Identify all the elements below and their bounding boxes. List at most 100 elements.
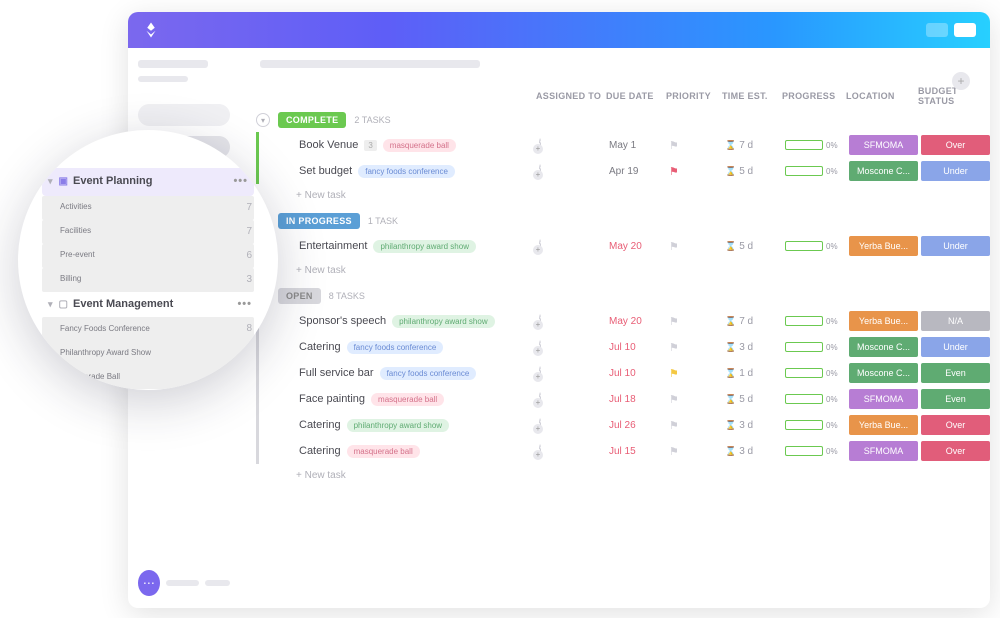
budget-pill[interactable]: Even bbox=[921, 363, 990, 383]
time-estimate[interactable]: ⌛3 d bbox=[725, 342, 785, 353]
priority-flag-icon[interactable]: ⚑ bbox=[669, 240, 725, 253]
task-row[interactable]: Book Venue 3 masquerade ball May 1 ⚑ ⌛7 … bbox=[256, 132, 990, 158]
sidebar-list-item[interactable]: Activities7 bbox=[42, 196, 254, 220]
task-tag[interactable]: masquerade ball bbox=[371, 393, 444, 406]
sidebar-list-item[interactable]: Billing3 bbox=[42, 268, 254, 292]
priority-flag-icon[interactable]: ⚑ bbox=[669, 393, 725, 406]
budget-pill[interactable]: Under bbox=[921, 161, 990, 181]
progress-cell[interactable]: 0% bbox=[785, 368, 849, 378]
new-task-button[interactable]: + New task bbox=[240, 464, 990, 489]
assignee-add-icon[interactable] bbox=[539, 366, 541, 380]
window-max-icon[interactable] bbox=[954, 23, 976, 37]
location-pill[interactable]: SFMOMA bbox=[849, 389, 918, 409]
task-row[interactable]: Face painting masquerade ball Jul 18 ⚑ ⌛… bbox=[256, 386, 990, 412]
location-pill[interactable]: Yerba Bue... bbox=[849, 236, 918, 256]
sidebar-item-event-planning[interactable]: ▾▣Event Planning ••• bbox=[42, 168, 254, 196]
budget-pill[interactable]: Over bbox=[921, 135, 990, 155]
task-tag[interactable]: philanthropy award show bbox=[392, 315, 495, 328]
task-row[interactable]: Full service bar fancy foods conference … bbox=[256, 360, 990, 386]
priority-flag-icon[interactable]: ⚑ bbox=[669, 165, 725, 178]
progress-cell[interactable]: 0% bbox=[785, 241, 849, 251]
due-date[interactable]: Jul 18 bbox=[609, 394, 669, 405]
assignee-add-icon[interactable] bbox=[539, 444, 541, 458]
priority-flag-icon[interactable]: ⚑ bbox=[669, 341, 725, 354]
progress-cell[interactable]: 0% bbox=[785, 394, 849, 404]
time-estimate[interactable]: ⌛5 d bbox=[725, 166, 785, 177]
budget-pill[interactable]: Under bbox=[921, 337, 990, 357]
budget-pill[interactable]: Over bbox=[921, 415, 990, 435]
priority-flag-icon[interactable]: ⚑ bbox=[669, 419, 725, 432]
location-pill[interactable]: SFMOMA bbox=[849, 135, 918, 155]
progress-cell[interactable]: 0% bbox=[785, 166, 849, 176]
sidebar-list-item[interactable]: Pre-event6 bbox=[42, 244, 254, 268]
task-tag[interactable]: masquerade ball bbox=[347, 445, 420, 458]
assignee-add-icon[interactable] bbox=[539, 138, 541, 152]
priority-flag-icon[interactable]: ⚑ bbox=[669, 315, 725, 328]
add-column-button[interactable]: + bbox=[952, 72, 970, 90]
sidebar-list-item[interactable]: Fancy Foods Conference8 bbox=[42, 317, 254, 341]
task-row[interactable]: Entertainment philanthropy award show Ma… bbox=[256, 233, 990, 259]
status-badge[interactable]: COMPLETE bbox=[278, 112, 346, 128]
task-row[interactable]: Catering masquerade ball Jul 15 ⚑ ⌛3 d 0… bbox=[256, 438, 990, 464]
location-pill[interactable]: Moscone C... bbox=[849, 161, 918, 181]
status-badge[interactable]: OPEN bbox=[278, 288, 321, 304]
due-date[interactable]: May 20 bbox=[609, 316, 669, 327]
more-icon[interactable]: ••• bbox=[233, 173, 248, 191]
budget-pill[interactable]: N/A bbox=[921, 311, 990, 331]
time-estimate[interactable]: ⌛5 d bbox=[725, 394, 785, 405]
location-pill[interactable]: Yerba Bue... bbox=[849, 415, 918, 435]
assignee-add-icon[interactable] bbox=[539, 314, 541, 328]
new-task-button[interactable]: + New task bbox=[240, 184, 990, 209]
assignee-add-icon[interactable] bbox=[539, 239, 541, 253]
priority-flag-icon[interactable]: ⚑ bbox=[669, 367, 725, 380]
sidebar-list-item[interactable]: Philanthropy Award Show8 bbox=[42, 341, 254, 365]
progress-cell[interactable]: 0% bbox=[785, 420, 849, 430]
budget-pill[interactable]: Over bbox=[921, 441, 990, 461]
assignee-add-icon[interactable] bbox=[539, 418, 541, 432]
assignee-add-icon[interactable] bbox=[539, 340, 541, 354]
due-date[interactable]: Jul 10 bbox=[609, 368, 669, 379]
time-estimate[interactable]: ⌛3 d bbox=[725, 446, 785, 457]
priority-flag-icon[interactable]: ⚑ bbox=[669, 445, 725, 458]
progress-cell[interactable]: 0% bbox=[785, 140, 849, 150]
task-tag[interactable]: philanthropy award show bbox=[347, 419, 450, 432]
due-date[interactable]: May 20 bbox=[609, 241, 669, 252]
priority-flag-icon[interactable]: ⚑ bbox=[669, 139, 725, 152]
time-estimate[interactable]: ⌛7 d bbox=[725, 140, 785, 151]
window-min-icon[interactable] bbox=[926, 23, 948, 37]
time-estimate[interactable]: ⌛5 d bbox=[725, 241, 785, 252]
assignee-add-icon[interactable] bbox=[539, 392, 541, 406]
task-tag[interactable]: fancy foods conference bbox=[358, 165, 455, 178]
collapse-icon[interactable]: ▾ bbox=[256, 113, 270, 127]
due-date[interactable]: Jul 26 bbox=[609, 420, 669, 431]
location-pill[interactable]: Moscone C... bbox=[849, 337, 918, 357]
assignee-add-icon[interactable] bbox=[539, 164, 541, 178]
due-date[interactable]: May 1 bbox=[609, 140, 669, 151]
task-tag[interactable]: fancy foods conference bbox=[347, 341, 444, 354]
time-estimate[interactable]: ⌛1 d bbox=[725, 368, 785, 379]
progress-cell[interactable]: 0% bbox=[785, 316, 849, 326]
progress-cell[interactable]: 0% bbox=[785, 342, 849, 352]
location-pill[interactable]: Moscone C... bbox=[849, 363, 918, 383]
task-row[interactable]: Set budget fancy foods conference Apr 19… bbox=[256, 158, 990, 184]
time-estimate[interactable]: ⌛3 d bbox=[725, 420, 785, 431]
task-row[interactable]: Sponsor's speech philanthropy award show… bbox=[256, 308, 990, 334]
due-date[interactable]: Jul 10 bbox=[609, 342, 669, 353]
task-tag[interactable]: philanthropy award show bbox=[373, 240, 476, 253]
sidebar-item-event-management[interactable]: ▾▢Event Management ••• bbox=[42, 292, 254, 318]
budget-pill[interactable]: Even bbox=[921, 389, 990, 409]
task-tag[interactable]: fancy foods conference bbox=[380, 367, 477, 380]
time-estimate[interactable]: ⌛7 d bbox=[725, 316, 785, 327]
more-icon[interactable]: ••• bbox=[237, 296, 252, 314]
due-date[interactable]: Jul 15 bbox=[609, 446, 669, 457]
progress-cell[interactable]: 0% bbox=[785, 446, 849, 456]
status-badge[interactable]: IN PROGRESS bbox=[278, 213, 360, 229]
new-task-button[interactable]: + New task bbox=[240, 259, 990, 284]
due-date[interactable]: Apr 19 bbox=[609, 166, 669, 177]
task-row[interactable]: Catering philanthropy award show Jul 26 … bbox=[256, 412, 990, 438]
location-pill[interactable]: Yerba Bue... bbox=[849, 311, 918, 331]
task-row[interactable]: Catering fancy foods conference Jul 10 ⚑… bbox=[256, 334, 990, 360]
chat-icon[interactable]: ⋯ bbox=[138, 570, 160, 596]
sidebar-list-item[interactable]: Facilities7 bbox=[42, 220, 254, 244]
budget-pill[interactable]: Under bbox=[921, 236, 990, 256]
